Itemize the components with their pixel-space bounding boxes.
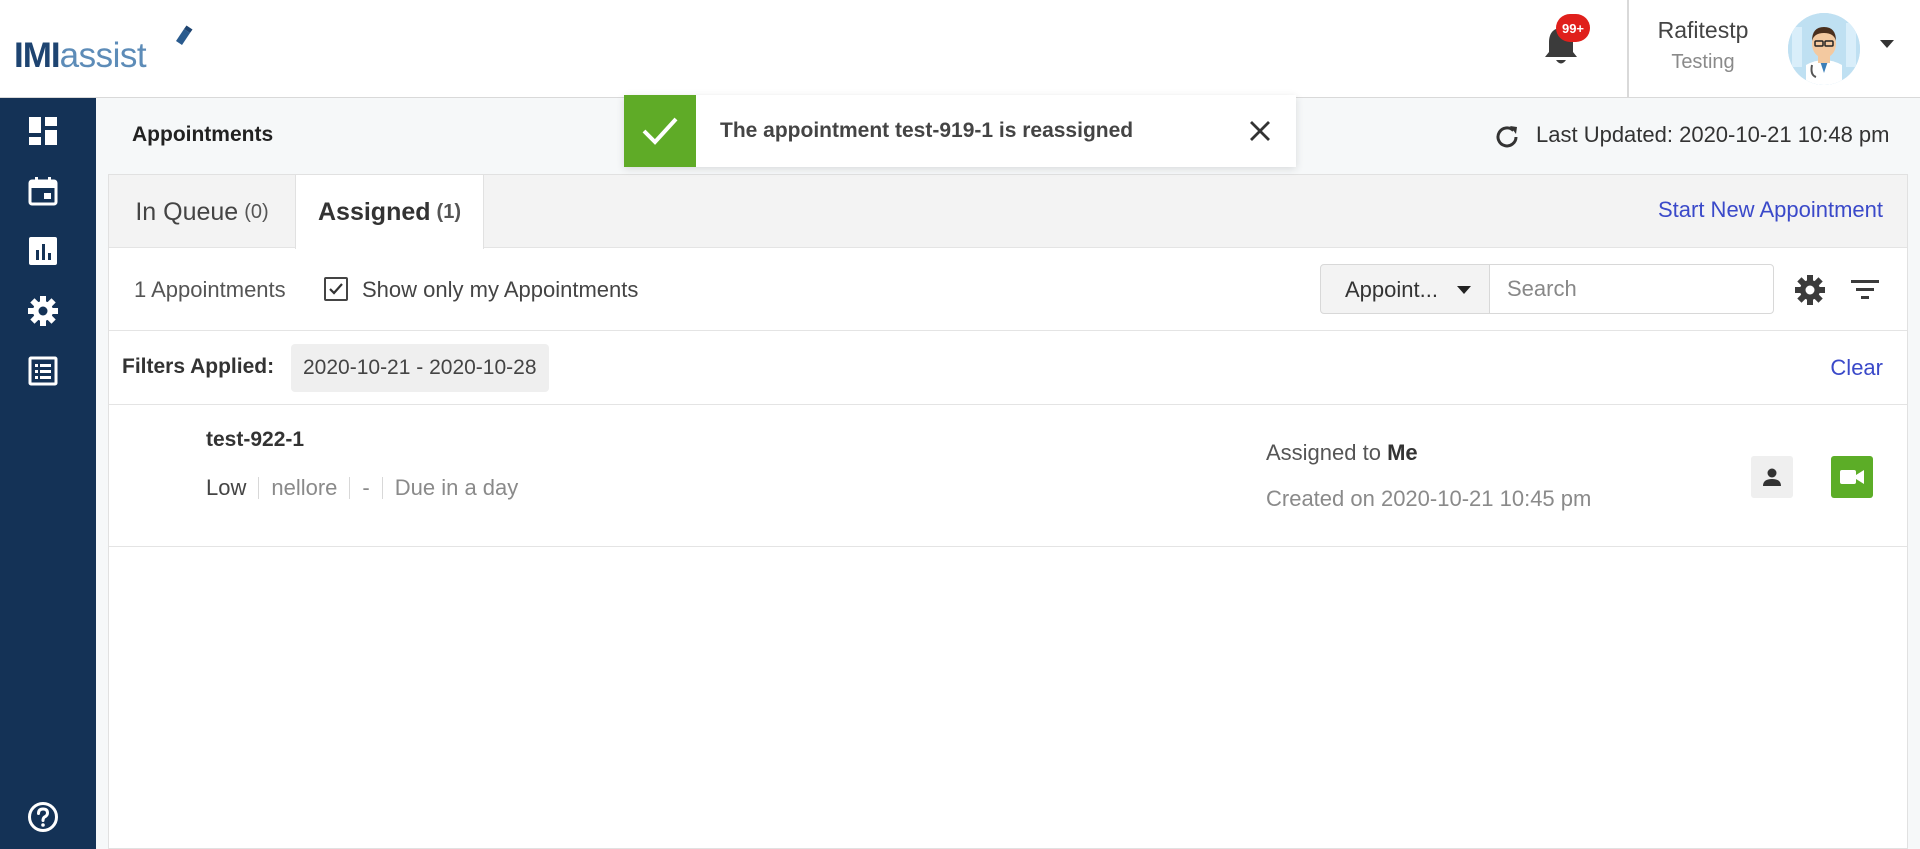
refresh-icon[interactable]	[1492, 122, 1522, 152]
caret-down-icon	[1457, 286, 1471, 294]
imiassist-logo[interactable]: IMI assist	[14, 25, 193, 76]
tab-label: In Queue	[135, 197, 239, 226]
meta-separator	[349, 477, 351, 499]
start-new-appointment-link[interactable]: Start New Appointment	[1658, 197, 1883, 223]
appointments-panel: In Queue (0) Assigned (1) Start New Appoin…	[108, 174, 1908, 849]
appointment-title: test-922-1	[206, 428, 305, 451]
filters-applied-label: Filters Applied:	[122, 355, 275, 378]
search-input[interactable]	[1489, 264, 1774, 314]
tab-count: (0)	[244, 200, 269, 223]
list-table-icon[interactable]	[26, 354, 60, 388]
tab-assigned[interactable]: Assigned (1)	[295, 175, 484, 249]
help-circle-icon[interactable]	[26, 800, 60, 834]
appointment-location: nellore	[271, 475, 338, 500]
tab-count: (1)	[436, 200, 461, 223]
tab-in-queue[interactable]: In Queue (0)	[109, 175, 295, 249]
assigned-prefix: Assigned to	[1266, 440, 1381, 465]
created-on-text: Created on 2020-10-21 10:45 pm	[1266, 486, 1592, 511]
close-icon[interactable]	[1246, 117, 1274, 145]
last-updated-text: Last Updated: 2020-10-21 10:48 pm	[1536, 122, 1890, 147]
meta-separator	[258, 477, 260, 499]
appointments-count: 1 Appointments	[134, 277, 286, 302]
search-field-select[interactable]: Appoint...	[1320, 264, 1490, 314]
date-filter-chip[interactable]: 2020-10-21 - 2020-10-28	[291, 344, 549, 392]
page-title: Appointments	[132, 123, 274, 146]
calendar-icon[interactable]	[26, 174, 60, 208]
list-toolbar: 1 Appointments Show only my Appointments…	[109, 249, 1907, 331]
assigned-to-text: Assigned to Me	[1266, 440, 1418, 466]
video-camera-icon[interactable]	[1831, 456, 1873, 498]
success-toast: The appointment test-919-1 is reassigned	[624, 95, 1296, 167]
meta-separator	[381, 477, 383, 499]
avatar[interactable]	[1788, 13, 1860, 85]
user-name[interactable]: Rafitestp	[1630, 17, 1776, 44]
logo-imi-text: IMI	[14, 36, 61, 75]
show-only-mine-checkbox[interactable]	[324, 277, 348, 301]
user-role: Testing	[1671, 51, 1735, 73]
top-header: IMI assist 99+ Rafitestp Testing	[0, 0, 1920, 98]
sidebar	[0, 98, 96, 849]
caret-down-icon[interactable]	[1880, 40, 1894, 48]
notification-badge[interactable]: 99+	[1556, 14, 1590, 42]
filter-icon[interactable]	[1850, 276, 1880, 304]
appointment-extra: -	[362, 475, 370, 500]
toast-message: The appointment test-919-1 is reassigned	[720, 119, 1134, 142]
dashboard-icon[interactable]	[26, 114, 60, 148]
select-value: Appoint...	[1345, 277, 1438, 302]
header-divider	[1627, 0, 1629, 97]
settings-gear-icon[interactable]	[1794, 274, 1826, 306]
bar-chart-icon[interactable]	[26, 234, 60, 268]
assigned-person: Me	[1387, 440, 1418, 465]
appointment-priority: Low	[206, 475, 247, 500]
gear-icon[interactable]	[26, 294, 60, 328]
appointment-due: Due in a day	[394, 475, 519, 500]
filters-row: Filters Applied: 2020-10-21 - 2020-10-28…	[109, 332, 1907, 405]
pen-icon	[176, 25, 193, 45]
show-only-mine-label[interactable]: Show only my Appointments	[362, 277, 638, 303]
tab-label: Assigned	[318, 197, 431, 226]
person-icon[interactable]	[1751, 456, 1793, 498]
list-item[interactable]: test-922-1 Low nellore - Due in a day As…	[109, 406, 1907, 547]
logo-assist-text: assist	[59, 36, 147, 75]
tab-bar: In Queue (0) Assigned (1) Start New Appoin…	[109, 175, 1907, 249]
check-icon	[624, 95, 696, 167]
appointment-meta: Low nellore - Due in a day	[206, 475, 518, 501]
clear-filters-link[interactable]: Clear	[1830, 355, 1883, 381]
